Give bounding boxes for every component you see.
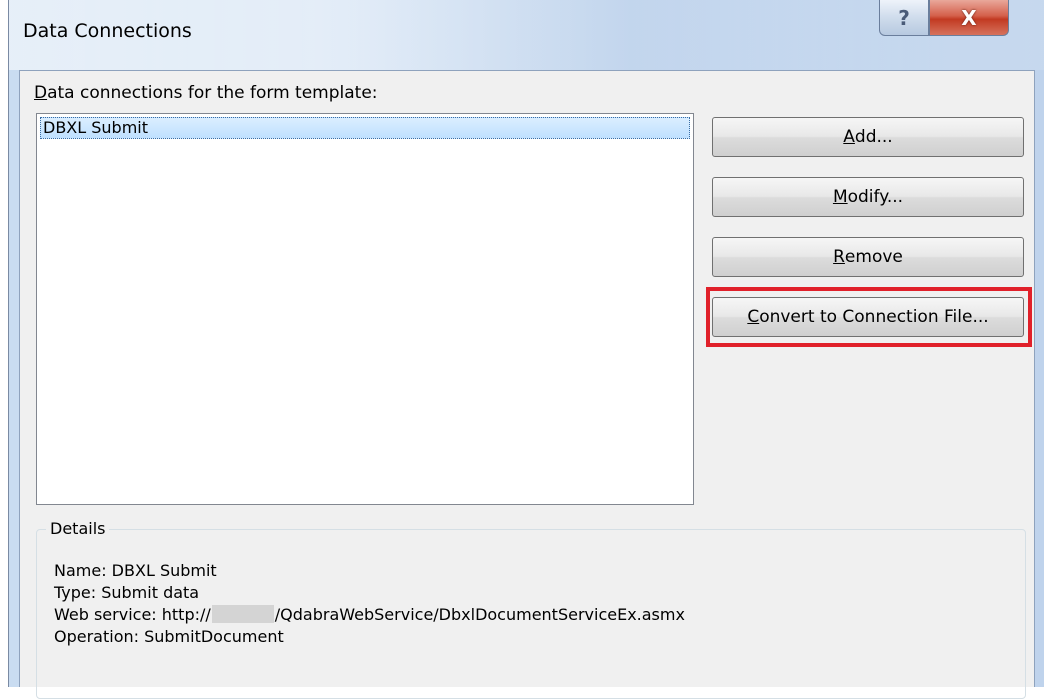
convert-label: onvert to Connection File...: [759, 307, 989, 327]
detail-type: Type: Submit data: [54, 583, 200, 602]
connections-list-label: Data connections for the form template:: [34, 83, 378, 103]
web-service-prefix: Web service: http://: [54, 605, 211, 624]
web-service-suffix: /QdabraWebService/DbxlDocumentServiceEx.…: [274, 605, 685, 624]
remove-label: emove: [844, 247, 903, 267]
details-group-title: Details: [46, 519, 110, 538]
dialog-body: Data connections for the form template: …: [19, 70, 1035, 699]
help-icon: ?: [898, 5, 910, 30]
add-label: dd...: [854, 127, 893, 147]
data-connections-dialog: Data Connections ? X Data connections fo…: [8, 0, 1044, 699]
window-title: Data Connections: [23, 20, 192, 42]
remove-accelerator: R: [833, 247, 845, 267]
remove-button[interactable]: Remove: [712, 237, 1024, 277]
connections-listbox[interactable]: DBXL Submit: [36, 113, 694, 505]
detail-operation: Operation: SubmitDocument: [54, 627, 284, 646]
add-button[interactable]: Add...: [712, 117, 1024, 157]
close-button[interactable]: X: [929, 0, 1009, 36]
modify-accelerator: M: [832, 187, 848, 207]
detail-name: Name: DBXL Submit: [54, 561, 217, 580]
close-icon: X: [961, 5, 977, 30]
modify-button[interactable]: Modify...: [712, 177, 1024, 217]
list-item-dbxl-submit[interactable]: DBXL Submit: [40, 117, 690, 139]
add-accelerator: A: [843, 127, 855, 147]
convert-accelerator: C: [747, 307, 760, 327]
redacted-host: [211, 605, 274, 623]
label-accelerator: D: [34, 83, 48, 103]
modify-label: odify...: [847, 187, 904, 207]
detail-web-service: Web service: http:// /QdabraWebService/Db…: [54, 605, 685, 624]
convert-to-connection-file-button[interactable]: Convert to Connection File...: [712, 297, 1024, 337]
label-text: ata connections for the form template:: [47, 83, 378, 103]
help-button[interactable]: ?: [879, 0, 929, 36]
